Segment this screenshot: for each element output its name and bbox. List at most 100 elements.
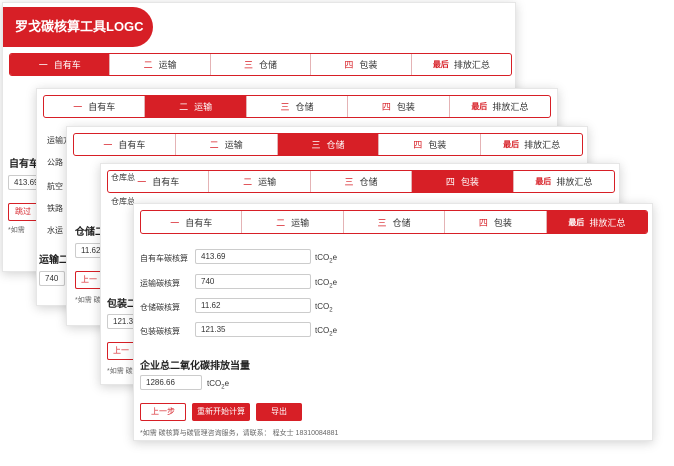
export-button[interactable]: 导出 <box>256 403 302 421</box>
tab-packaging[interactable]: 四包装 <box>379 134 482 155</box>
app-title: 罗戈碳核算工具LOGC <box>15 19 144 34</box>
unit-label: tCO2e <box>315 253 338 265</box>
step-tabs: 一自有车 二运输 三仓储 四包装 最后 排放汇总 <box>107 170 615 193</box>
tab-label: 运输 <box>291 217 310 228</box>
step-card-summary: 一自有车 二运输 三仓储 四包装 最后 排放汇总 自有车碳核算 413.69 tC… <box>133 203 653 441</box>
tab-transport[interactable]: 二运输 <box>145 96 247 117</box>
tab-packaging[interactable]: 四包装 <box>445 211 547 233</box>
app-title-badge: 罗戈碳核算工具LOGC <box>3 7 153 47</box>
skip-button[interactable]: 跳过 <box>8 203 38 221</box>
tab-summary[interactable]: 最后 排放汇总 <box>412 54 511 75</box>
prev-button[interactable]: 上一 <box>75 271 103 289</box>
transport-carbon-field[interactable]: 740 <box>195 274 311 289</box>
tab-number: 二 <box>209 140 219 150</box>
tab-label: 自有车 <box>53 60 81 70</box>
tab-number: 最后 <box>535 177 552 186</box>
tab-label: 自有车 <box>152 177 180 187</box>
tab-warehouse[interactable]: 三仓储 <box>277 134 380 155</box>
tab-label: 包装 <box>460 177 479 187</box>
tab-warehouse[interactable]: 三仓储 <box>211 54 312 75</box>
warehouse-area-label: 仓库总 <box>111 173 135 182</box>
transport-section-title: 运输二 <box>39 255 69 266</box>
tab-label: 运输 <box>258 177 277 187</box>
tab-transport[interactable]: 二运输 <box>110 54 211 75</box>
warehouse-carbon-label: 仓储碳核算 <box>140 303 180 312</box>
tab-label: 仓储 <box>259 60 278 70</box>
transport-field[interactable]: 740 <box>39 271 65 286</box>
restart-button[interactable]: 重新开始计算 <box>192 403 250 421</box>
step-tabs: 一自有车 二运输 三仓储 四包装 最后 排放汇总 <box>73 133 583 156</box>
tab-label: 自有车 <box>118 140 146 150</box>
tab-label: 包装 <box>428 140 447 150</box>
tab-label: 排放汇总 <box>524 140 561 150</box>
tab-number: 四 <box>413 140 423 150</box>
step-tabs: 一自有车 二运输 三仓储 四包装 最后 排放汇总 <box>9 53 512 76</box>
tab-number: 最后 <box>432 60 449 69</box>
tab-packaging[interactable]: 四包装 <box>412 171 514 192</box>
tab-warehouse[interactable]: 三仓储 <box>311 171 413 192</box>
footer-contact-note: *如需 碳核算与碳管理咨询服务，请联系： 程女士 18310084881 <box>140 430 339 437</box>
tab-summary[interactable]: 最后 排放汇总 <box>450 96 550 117</box>
step-tabs: 一自有车 二运输 三仓储 四包装 最后 排放汇总 <box>140 210 648 234</box>
tab-number: 三 <box>344 177 354 187</box>
tab-number: 三 <box>311 140 321 150</box>
tab-warehouse[interactable]: 三仓储 <box>344 211 446 233</box>
prev-button[interactable]: 上一 <box>107 342 135 360</box>
tab-number: 一 <box>137 177 147 187</box>
tab-label: 排放汇总 <box>492 102 529 112</box>
tab-label: 包装 <box>396 102 415 112</box>
warehouse-field[interactable]: 11.62 <box>75 243 103 258</box>
tab-summary[interactable]: 最后 排放汇总 <box>514 171 614 192</box>
air-label: 航空 <box>47 182 63 191</box>
tab-own-vehicle[interactable]: 一自有车 <box>10 54 111 75</box>
unit-label: tCO2e <box>315 326 338 338</box>
tab-summary[interactable]: 最后 排放汇总 <box>546 211 647 233</box>
tab-label: 自有车 <box>88 102 116 112</box>
tab-transport[interactable]: 二运输 <box>176 134 278 155</box>
own-vehicle-field[interactable]: 413.69 <box>8 175 38 190</box>
rail-label: 铁路 <box>47 204 63 213</box>
tab-number: 四 <box>381 102 391 112</box>
tab-label: 运输 <box>194 102 213 112</box>
road-label: 公路 <box>47 158 63 167</box>
unit-label: tCO2e <box>207 379 230 391</box>
tab-label: 排放汇总 <box>453 60 490 70</box>
tab-packaging[interactable]: 四包装 <box>311 54 412 75</box>
tab-number: 最后 <box>503 140 520 149</box>
packaging-carbon-field[interactable]: 121.35 <box>195 322 311 337</box>
tab-number: 一 <box>103 140 113 150</box>
tab-number: 四 <box>344 60 354 70</box>
total-emission-field[interactable]: 1286.66 <box>140 375 202 390</box>
tab-number: 二 <box>276 217 286 228</box>
tab-own-vehicle[interactable]: 一自有车 <box>141 211 243 233</box>
tab-transport[interactable]: 二运输 <box>242 211 344 233</box>
tab-label: 包装 <box>359 60 378 70</box>
tab-number: 三 <box>377 217 387 228</box>
water-label: 水运 <box>47 226 63 235</box>
tab-number: 二 <box>179 102 189 112</box>
tab-own-vehicle[interactable]: 一自有车 <box>74 134 176 155</box>
own-vehicle-carbon-label: 自有车碳核算 <box>140 254 188 263</box>
tab-label: 仓储 <box>359 177 378 187</box>
tab-own-vehicle[interactable]: 一自有车 <box>44 96 146 117</box>
tab-label: 排放汇总 <box>589 217 626 228</box>
tab-number: 二 <box>143 60 153 70</box>
tab-transport[interactable]: 二运输 <box>209 171 311 192</box>
tab-number: 一 <box>170 217 180 228</box>
prev-step-button[interactable]: 上一步 <box>140 403 186 421</box>
warehouse-carbon-field[interactable]: 11.62 <box>195 298 311 313</box>
warehouse-area-label: 仓库总 <box>111 197 135 206</box>
tab-summary[interactable]: 最后 排放汇总 <box>481 134 582 155</box>
packaging-field[interactable]: 121.35 <box>107 314 135 329</box>
footer-note: *如需 <box>8 227 25 234</box>
tab-packaging[interactable]: 四包装 <box>348 96 450 117</box>
tab-label: 仓储 <box>326 140 345 150</box>
tab-label: 仓储 <box>392 217 411 228</box>
own-vehicle-section-title: 自有车 <box>9 159 39 170</box>
own-vehicle-carbon-field[interactable]: 413.69 <box>195 249 311 264</box>
tab-warehouse[interactable]: 三仓储 <box>247 96 349 117</box>
step-tabs: 一自有车 二运输 三仓储 四包装 最后 排放汇总 <box>43 95 551 118</box>
footer-note: *如需 碳 <box>107 368 133 375</box>
footer-note: *如需 碳 <box>75 297 101 304</box>
total-emission-title: 企业总二氧化碳排放当量 <box>140 361 250 372</box>
